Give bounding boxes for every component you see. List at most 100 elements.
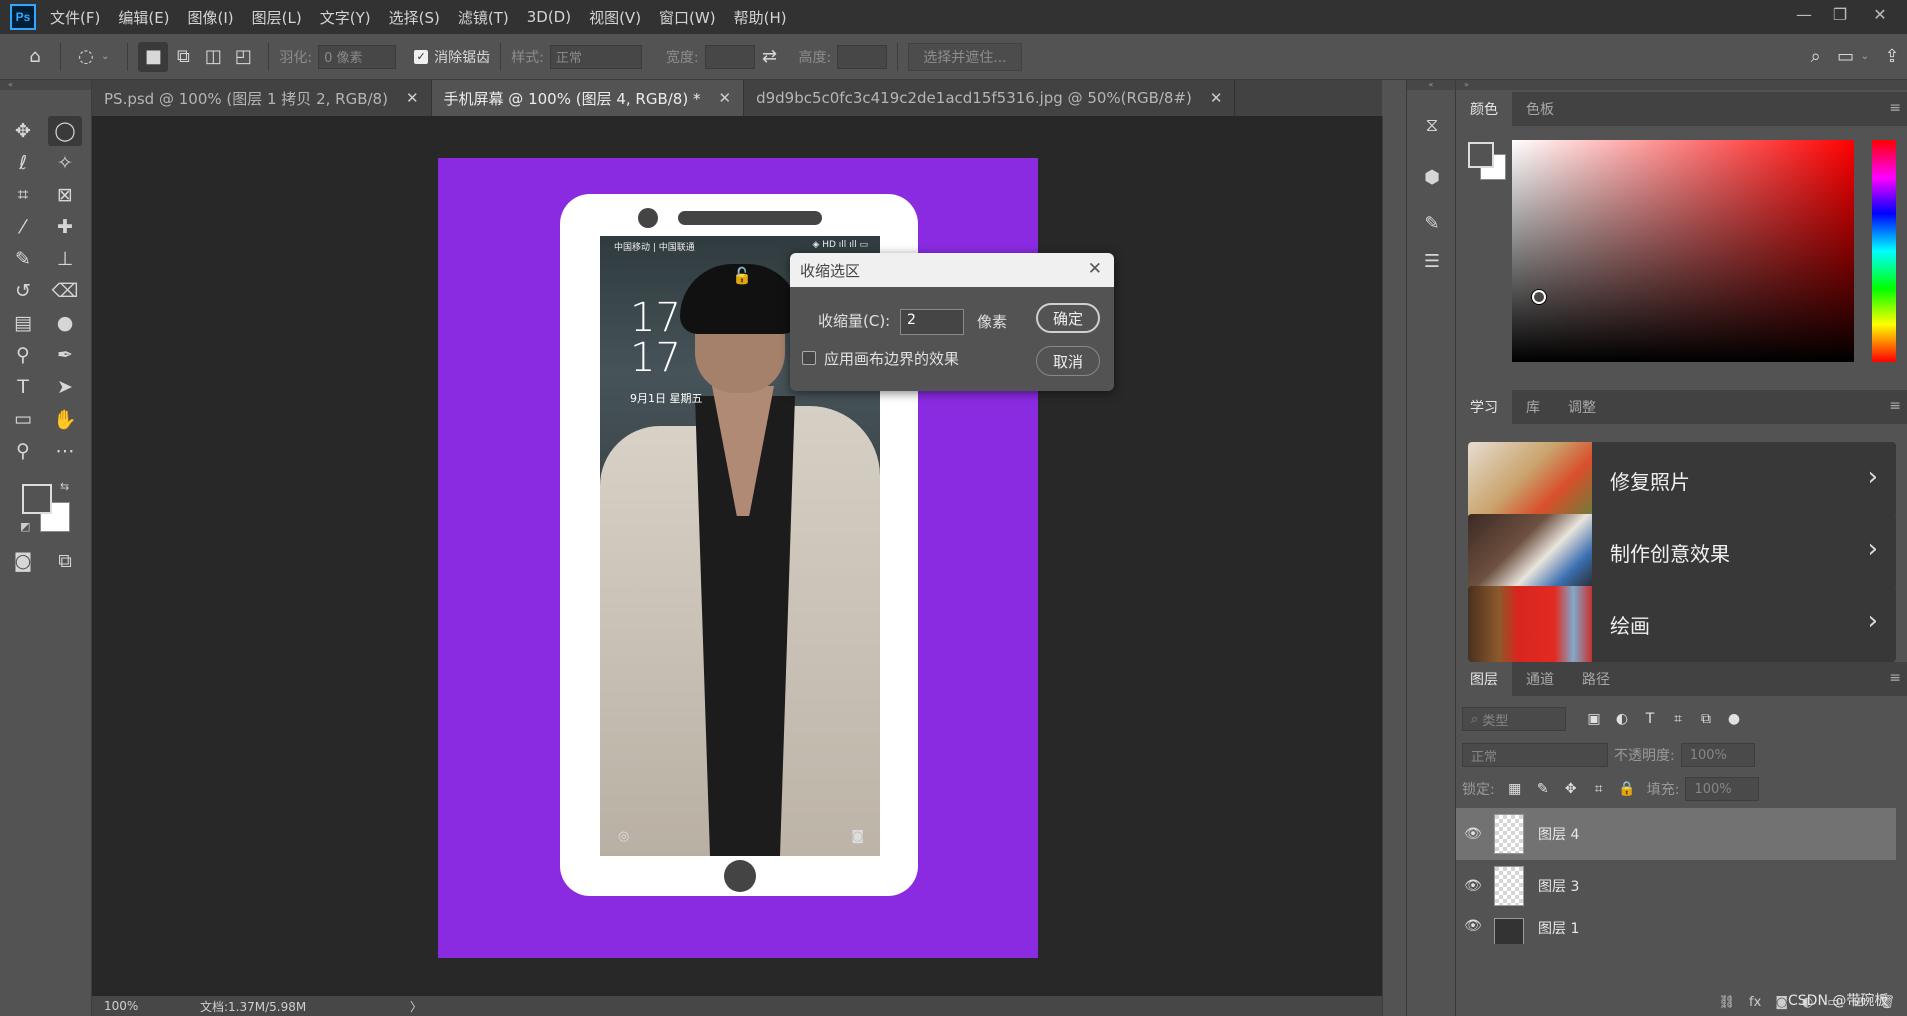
filter-adjustment-icon[interactable]: ◐: [1608, 711, 1636, 727]
panel-foreground-swatch[interactable]: [1468, 142, 1494, 168]
learn-card-painting[interactable]: 绘画 ›: [1468, 586, 1896, 662]
layer-filter-select[interactable]: ⌕ 类型: [1462, 707, 1566, 731]
3d-panel-icon[interactable]: ⬢: [1417, 162, 1447, 192]
foreground-color-swatch[interactable]: [22, 484, 52, 514]
status-arrow-icon[interactable]: 〉: [410, 998, 422, 1015]
clone-stamp-tool-icon[interactable]: ⊥: [48, 244, 82, 274]
learn-card-fix-photo[interactable]: 修复照片 ›: [1468, 442, 1896, 518]
menu-image[interactable]: 图像(I): [188, 7, 234, 28]
eyedropper-tool-icon[interactable]: ⁄: [6, 212, 40, 242]
zoom-level[interactable]: 100%: [92, 999, 152, 1013]
magic-wand-tool-icon[interactable]: ✧: [48, 148, 82, 178]
tab-libraries[interactable]: 库: [1512, 390, 1554, 424]
menu-3d[interactable]: 3D(D): [527, 8, 571, 26]
subtract-selection-icon[interactable]: ◫: [198, 42, 228, 72]
home-icon[interactable]: ⌂: [20, 42, 50, 72]
workspace-icon[interactable]: ▭: [1831, 42, 1861, 72]
move-tool-icon[interactable]: ✥: [6, 116, 40, 146]
new-selection-icon[interactable]: ■: [138, 41, 169, 72]
hue-slider[interactable]: [1872, 140, 1896, 362]
more-tools-icon[interactable]: ⋯: [48, 436, 82, 466]
eraser-tool-icon[interactable]: ⌫: [48, 276, 82, 306]
filter-shape-icon[interactable]: ⌗: [1664, 711, 1692, 727]
gradient-tool-icon[interactable]: ▤: [6, 308, 40, 338]
tab-jpg[interactable]: d9d9bc5c0fc3c419c2de1acd15f5316.jpg @ 50…: [744, 80, 1236, 116]
lock-image-icon[interactable]: ✎: [1529, 781, 1557, 797]
quick-mask-icon[interactable]: ◙: [6, 546, 40, 576]
color-picker-field[interactable]: [1512, 140, 1854, 362]
style-select[interactable]: 正常: [549, 44, 642, 69]
lock-all-icon[interactable]: 🔒: [1613, 781, 1641, 797]
history-brush-tool-icon[interactable]: ↺: [6, 276, 40, 306]
menu-file[interactable]: 文件(F): [50, 7, 100, 28]
layer-row[interactable]: 👁 图层 3: [1456, 860, 1896, 912]
vertical-scrollbar[interactable]: [1382, 116, 1406, 1016]
close-icon[interactable]: ✕: [1210, 89, 1223, 107]
filter-type-icon[interactable]: T: [1636, 711, 1664, 727]
opacity-input[interactable]: 100%: [1680, 743, 1755, 767]
contract-amount-input[interactable]: 2: [900, 309, 964, 335]
add-selection-icon[interactable]: ⧉: [168, 42, 198, 72]
history-panel-icon[interactable]: ⧖: [1417, 110, 1447, 140]
swap-icon[interactable]: ⇄: [755, 42, 785, 72]
tab-ps-psd[interactable]: PS.psd @ 100% (图层 1 拷贝 2, RGB/8) ✕: [92, 80, 432, 116]
crop-tool-icon[interactable]: ⌗: [6, 180, 40, 210]
screen-mode-icon[interactable]: ⧉: [48, 546, 82, 576]
pen-tool-icon[interactable]: ✒: [48, 340, 82, 370]
blur-tool-icon[interactable]: ●: [48, 308, 82, 338]
tab-color[interactable]: 颜色: [1456, 92, 1512, 126]
tab-swatches[interactable]: 色板: [1512, 92, 1568, 126]
restore-icon[interactable]: ❐: [1822, 0, 1858, 28]
fill-input[interactable]: 100%: [1685, 777, 1760, 801]
chevron-down-icon[interactable]: ⌄: [101, 51, 109, 62]
lock-artboard-icon[interactable]: ⌗: [1585, 781, 1613, 797]
color-picker-handle[interactable]: [1532, 290, 1546, 304]
height-input[interactable]: [837, 44, 888, 69]
lock-position-icon[interactable]: ✥: [1557, 781, 1585, 797]
default-colors-icon[interactable]: ◩: [20, 520, 30, 533]
close-icon[interactable]: ✕: [718, 89, 731, 107]
menu-filter[interactable]: 滤镜(T): [458, 7, 509, 28]
visibility-eye-icon[interactable]: 👁: [1456, 826, 1490, 842]
panel-menu-icon[interactable]: ≡: [1889, 398, 1901, 414]
tab-layers[interactable]: 图层: [1456, 662, 1512, 696]
menu-view[interactable]: 视图(V): [589, 7, 641, 28]
feather-input[interactable]: 0 像素: [318, 44, 397, 69]
type-tool-icon[interactable]: T: [6, 372, 40, 402]
filter-toggle-icon[interactable]: ●: [1720, 711, 1748, 727]
canvas-area[interactable]: 中国移动 | 中国联通 ◈ HD ıll ıll ▭ 🔓 17 17 9月1日 …: [92, 116, 1382, 996]
canvas-bounds-checkbox[interactable]: [802, 351, 816, 365]
elliptical-marquee-tool-icon[interactable]: ◯: [48, 116, 82, 146]
close-icon[interactable]: ✕: [1088, 259, 1102, 279]
add-mask-icon[interactable]: ◙: [1775, 995, 1788, 1010]
tab-paths[interactable]: 路径: [1568, 662, 1624, 696]
menu-edit[interactable]: 编辑(E): [118, 7, 169, 28]
healing-brush-tool-icon[interactable]: ✚: [48, 212, 82, 242]
search-icon[interactable]: ⌕: [1801, 42, 1831, 72]
select-and-mask-button[interactable]: 选择并遮住...: [908, 42, 1022, 71]
menu-type[interactable]: 文字(Y): [320, 7, 371, 28]
filter-pixel-icon[interactable]: ▣: [1580, 711, 1608, 727]
frame-tool-icon[interactable]: ⊠: [48, 180, 82, 210]
zoom-tool-icon[interactable]: ⚲: [6, 436, 40, 466]
chevron-down-icon[interactable]: ⌄: [1861, 51, 1869, 62]
properties-panel-icon[interactable]: ☰: [1417, 246, 1447, 276]
visibility-eye-icon[interactable]: 👁: [1456, 878, 1490, 894]
tab-channels[interactable]: 通道: [1512, 662, 1568, 696]
swap-colors-icon[interactable]: ⇆: [60, 480, 69, 493]
lock-transparent-icon[interactable]: ▦: [1501, 781, 1529, 797]
menu-help[interactable]: 帮助(H): [734, 7, 787, 28]
cancel-button[interactable]: 取消: [1036, 346, 1100, 376]
filter-smart-object-icon[interactable]: ⧉: [1692, 711, 1720, 727]
tab-learn[interactable]: 学习: [1456, 390, 1512, 424]
share-icon[interactable]: ⇪: [1877, 42, 1907, 72]
panel-menu-icon[interactable]: ≡: [1889, 100, 1901, 116]
dodge-tool-icon[interactable]: ⚲: [6, 340, 40, 370]
link-layers-icon[interactable]: ⛓: [1719, 995, 1736, 1010]
blend-mode-select[interactable]: 正常: [1462, 743, 1608, 767]
brush-settings-icon[interactable]: ✎: [1417, 208, 1447, 238]
width-input[interactable]: [704, 44, 755, 69]
panels-collapse[interactable]: »: [1456, 80, 1907, 90]
hand-tool-icon[interactable]: ✋: [48, 404, 82, 434]
minimize-icon[interactable]: —: [1786, 0, 1822, 28]
